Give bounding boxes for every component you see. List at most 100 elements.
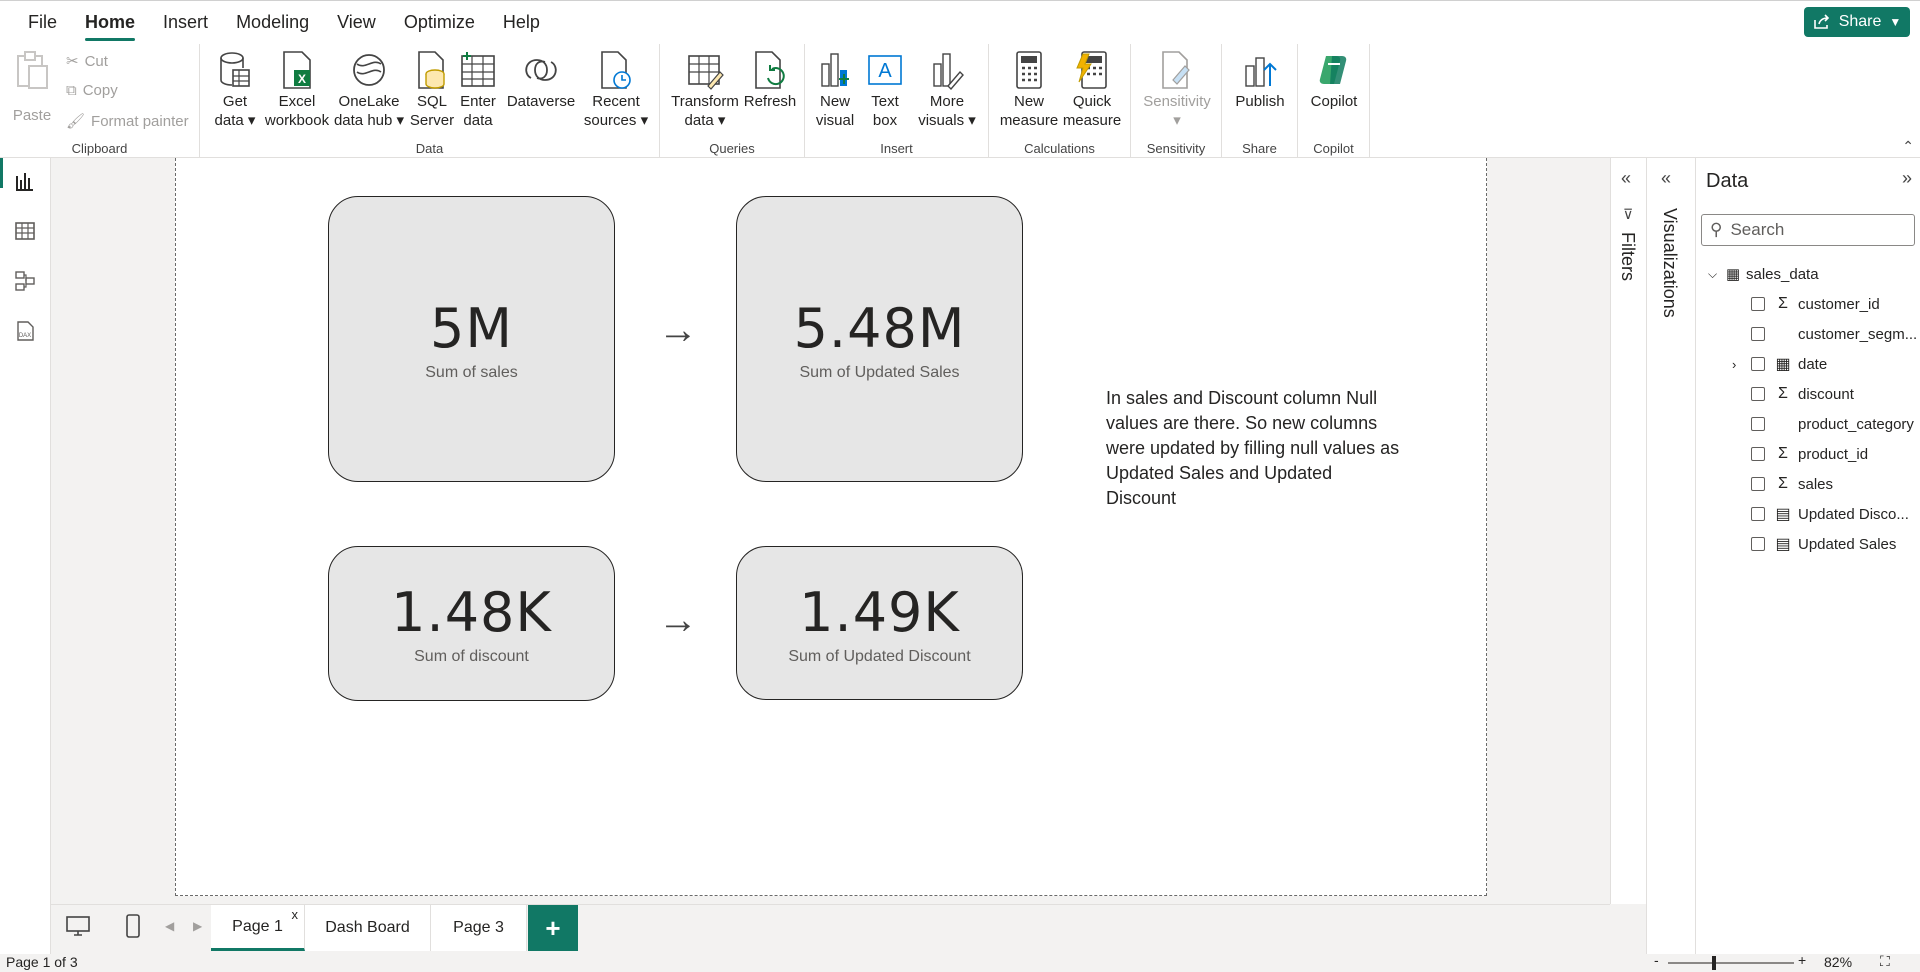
sql-server-button[interactable]: SQL Server: [410, 50, 454, 130]
copilot-button[interactable]: Copilot: [1304, 50, 1364, 111]
tab-page-1[interactable]: Page 1 x: [211, 905, 305, 951]
expand-visualizations-icon[interactable]: «: [1661, 168, 1671, 189]
field-row[interactable]: ▤ Updated Disco...: [1696, 502, 1920, 526]
menu-modeling[interactable]: Modeling: [222, 1, 323, 45]
sensitivity-label: Sensitivity: [1143, 93, 1211, 110]
get-data-label-1: Get: [222, 93, 248, 110]
clipboard-group-label: Clipboard: [71, 141, 128, 156]
chevron-right-icon[interactable]: ›: [1732, 357, 1736, 372]
table-sales-data[interactable]: ⌵ ▦ sales_data: [1696, 262, 1920, 286]
table-view-icon[interactable]: [12, 218, 38, 244]
report-page[interactable]: 5M Sum of sales → 5.48M Sum of Updated S…: [175, 158, 1487, 896]
field-checkbox[interactable]: [1751, 447, 1765, 461]
zoom-level[interactable]: 82%: [1824, 954, 1852, 970]
refresh-button[interactable]: Refresh: [742, 50, 798, 111]
zoom-slider-thumb[interactable]: [1712, 956, 1716, 970]
onelake-button[interactable]: OneLake data hub ▾: [330, 50, 408, 130]
card-sum-of-updated-sales[interactable]: 5.48M Sum of Updated Sales: [736, 196, 1023, 482]
text-box-icon: A: [865, 50, 905, 90]
transform-data-button[interactable]: Transform data ▾: [670, 50, 740, 130]
field-type-icon: Σ: [1778, 385, 1788, 402]
field-checkbox[interactable]: [1751, 507, 1765, 521]
field-row[interactable]: Σproduct_id: [1696, 442, 1920, 466]
enter-data-button[interactable]: Enter data: [456, 50, 500, 130]
new-visual-button[interactable]: New visual: [811, 50, 859, 130]
more-visuals-button[interactable]: More visuals ▾: [911, 50, 983, 130]
close-icon[interactable]: x: [292, 907, 299, 922]
group-data: Get data ▾ X Excel workbook OneLake data…: [200, 44, 660, 158]
field-checkbox[interactable]: [1751, 357, 1765, 371]
field-name: Updated Sales: [1798, 535, 1897, 553]
format-painter-button[interactable]: 🖌 Format painter: [66, 112, 189, 131]
field-checkbox[interactable]: [1751, 537, 1765, 551]
field-checkbox[interactable]: [1751, 387, 1765, 401]
collapse-ribbon-icon[interactable]: ⌃: [1902, 138, 1914, 155]
menu-view[interactable]: View: [323, 1, 390, 45]
field-row[interactable]: customer_segm...: [1696, 322, 1920, 346]
get-data-label-2: data ▾: [214, 112, 256, 129]
new-measure-label-1: New: [1013, 93, 1044, 110]
share-button[interactable]: Share ▼: [1804, 7, 1910, 37]
visualizations-pane-collapsed[interactable]: « Visualizations: [1646, 158, 1695, 954]
model-view-icon[interactable]: [12, 268, 38, 294]
cut-button[interactable]: ✂ Cut: [66, 52, 108, 71]
new-visual-label-1: New: [819, 93, 850, 110]
copy-button[interactable]: ⧉ Copy: [66, 82, 118, 99]
menu-insert[interactable]: Insert: [149, 1, 222, 45]
menu-home[interactable]: Home: [71, 1, 149, 45]
field-checkbox[interactable]: [1751, 297, 1765, 311]
dax-query-view-icon[interactable]: DAX: [12, 318, 38, 344]
field-row[interactable]: Σdiscount: [1696, 382, 1920, 406]
search-input[interactable]: ⚲ Search: [1701, 214, 1915, 246]
calculations-group-label: Calculations: [1024, 141, 1095, 156]
chevron-down-icon: ▼: [1889, 15, 1902, 29]
zoom-slider[interactable]: [1668, 956, 1794, 970]
publish-button[interactable]: Publish: [1228, 50, 1292, 111]
mobile-layout-icon[interactable]: [125, 913, 141, 944]
field-row[interactable]: Σsales: [1696, 472, 1920, 496]
add-page-button[interactable]: +: [528, 905, 578, 951]
text-box-button[interactable]: A Text box: [861, 50, 909, 130]
field-row[interactable]: ▤ Updated Sales: [1696, 532, 1920, 556]
share-group-label: Share: [1242, 141, 1277, 156]
tab-page-3[interactable]: Page 3: [431, 905, 527, 951]
zoom-out-button[interactable]: -: [1654, 952, 1659, 968]
fit-to-page-icon[interactable]: ⛶: [1880, 953, 1890, 970]
field-checkbox[interactable]: [1751, 327, 1765, 341]
paste-button[interactable]: Paste: [12, 50, 52, 125]
field-row[interactable]: › ▦ date: [1696, 352, 1920, 376]
next-page-icon[interactable]: ▶: [193, 919, 202, 933]
excel-label-1: Excel: [278, 93, 316, 110]
new-measure-button[interactable]: New measure: [999, 50, 1059, 130]
collapse-data-pane-icon[interactable]: »: [1902, 168, 1912, 189]
card-value: 5M: [430, 296, 513, 360]
field-row[interactable]: Σcustomer_id: [1696, 292, 1920, 316]
expand-filters-icon[interactable]: «: [1621, 168, 1631, 189]
menu-help[interactable]: Help: [489, 1, 554, 45]
publish-label: Publish: [1235, 93, 1285, 110]
new-visual-label-2: visual: [815, 112, 855, 129]
text-box-note[interactable]: In sales and Discount column Null values…: [1106, 386, 1406, 511]
card-sum-of-updated-discount[interactable]: 1.49K Sum of Updated Discount: [736, 546, 1023, 700]
menu-optimize[interactable]: Optimize: [390, 1, 489, 45]
dataverse-button[interactable]: Dataverse: [502, 50, 580, 111]
sensitivity-button[interactable]: Sensitivity ▾: [1137, 50, 1217, 130]
excel-workbook-button[interactable]: X Excel workbook: [262, 50, 332, 130]
card-sum-of-sales[interactable]: 5M Sum of sales: [328, 196, 615, 482]
search-placeholder: Search: [1730, 220, 1785, 239]
ribbon: Paste ✂ Cut ⧉ Copy 🖌 Format painter Clipboa…: [0, 44, 1920, 158]
tab-dash-board[interactable]: Dash Board: [305, 905, 431, 951]
field-checkbox[interactable]: [1751, 417, 1765, 431]
quick-measure-button[interactable]: Quick measure: [1061, 50, 1123, 130]
field-checkbox[interactable]: [1751, 477, 1765, 491]
field-row[interactable]: product_category: [1696, 412, 1920, 436]
filters-pane-collapsed[interactable]: « ⊽ Filters: [1610, 158, 1646, 904]
zoom-in-button[interactable]: +: [1798, 952, 1806, 968]
report-view-icon[interactable]: [12, 168, 38, 194]
menu-file[interactable]: File: [14, 1, 71, 45]
desktop-layout-icon[interactable]: [65, 915, 91, 942]
recent-sources-button[interactable]: Recent sources ▾: [578, 50, 654, 130]
previous-page-icon[interactable]: ◀: [165, 919, 174, 933]
get-data-button[interactable]: Get data ▾: [210, 50, 260, 130]
card-sum-of-discount[interactable]: 1.48K Sum of discount: [328, 546, 615, 701]
